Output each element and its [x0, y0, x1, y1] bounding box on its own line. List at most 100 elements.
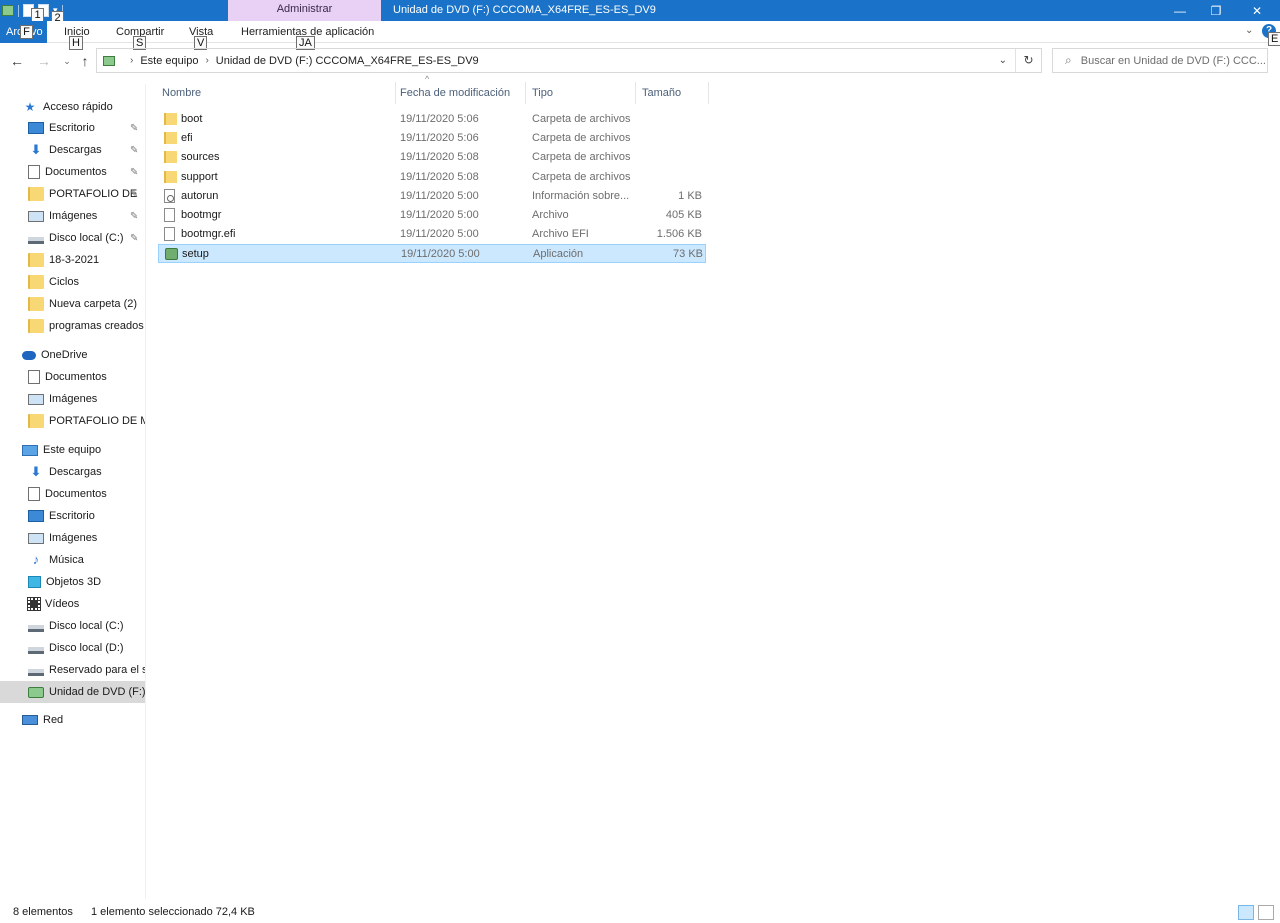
- sidebar-item-label: Documentos: [45, 371, 107, 383]
- sidebar-item[interactable]: Escritorio ✎: [0, 117, 145, 139]
- folder-icon: [28, 275, 44, 289]
- context-tab-manage[interactable]: Administrar: [228, 0, 381, 21]
- dvd-app-icon[interactable]: [2, 5, 14, 16]
- toolbar-divider: [18, 4, 19, 17]
- ribbon-expand-chevron-icon[interactable]: ⌄: [1245, 25, 1253, 36]
- sidebar-item-label: Escritorio: [49, 510, 95, 522]
- folder-icon: [164, 170, 177, 183]
- sidebar-item[interactable]: Reservado para el si: [0, 659, 145, 681]
- sidebar-item[interactable]: Escritorio: [0, 505, 145, 527]
- sidebar-item[interactable]: Documentos ✎: [0, 161, 145, 183]
- file-date: 19/11/2020 5:08: [400, 151, 479, 164]
- sidebar-item[interactable]: Objetos 3D: [0, 571, 145, 593]
- file-row[interactable]: boot 19/11/2020 5:06 Carpeta de archivos: [158, 110, 706, 129]
- dvd-drive-icon: [28, 686, 44, 698]
- desktop-icon: [28, 510, 44, 522]
- sidebar-item[interactable]: Nueva carpeta (2): [0, 293, 145, 315]
- download-icon: ⬇: [30, 464, 42, 479]
- back-arrow-icon[interactable]: ←: [8, 52, 26, 70]
- file-name: efi: [181, 132, 193, 145]
- breadcrumb-this-pc[interactable]: Este equipo: [140, 55, 198, 67]
- sidebar-item[interactable]: Disco local (C:): [0, 615, 145, 637]
- restore-button[interactable]: ❐: [1196, 0, 1236, 21]
- file-name: autorun: [181, 189, 219, 202]
- large-icons-view-icon[interactable]: [1258, 905, 1274, 920]
- sidebar-item[interactable]: ⬇ Descargas ✎: [0, 139, 145, 161]
- folder-icon: [28, 319, 44, 333]
- file-type: Carpeta de archivos: [532, 170, 631, 183]
- file-row[interactable]: efi 19/11/2020 5:06 Carpeta de archivos: [158, 129, 706, 148]
- sidebar-item[interactable]: Documentos: [0, 366, 145, 388]
- column-header-name[interactable]: Nombre: [155, 82, 396, 104]
- nav-this-pc[interactable]: Este equipo: [0, 439, 145, 461]
- sidebar-item[interactable]: 18-3-2021: [0, 249, 145, 271]
- setup-app-icon: [165, 248, 178, 261]
- breadcrumb-dvd-drive[interactable]: Unidad de DVD (F:) CCCOMA_X64FRE_ES-ES_D…: [216, 55, 479, 67]
- column-header-type[interactable]: Tipo: [525, 82, 636, 104]
- pin-icon: ✎: [130, 210, 139, 222]
- minimize-button[interactable]: —: [1160, 0, 1200, 21]
- folder-icon: [164, 113, 177, 125]
- nav-label: Acceso rápido: [43, 101, 113, 113]
- file-row[interactable]: setup 19/11/2020 5:00 Aplicación 73 KB: [158, 244, 706, 264]
- sidebar-item[interactable]: Ciclos: [0, 271, 145, 293]
- pictures-icon: [28, 532, 44, 544]
- sidebar-item-label: programas creados: [49, 320, 144, 332]
- pin-icon: ✎: [130, 188, 139, 200]
- address-bar[interactable]: › Este equipo › Unidad de DVD (F:) CCCOM…: [96, 48, 1042, 73]
- file-size: [638, 168, 702, 187]
- file-date: 19/11/2020 5:06: [400, 113, 479, 125]
- sidebar-item[interactable]: Unidad de DVD (F:): [0, 681, 145, 703]
- sidebar-item[interactable]: PORTAFOLIO DE MA: [0, 410, 145, 432]
- sidebar-item[interactable]: Imágenes: [0, 388, 145, 410]
- file-type: Carpeta de archivos: [532, 132, 631, 145]
- pin-icon: ✎: [130, 232, 139, 244]
- file-icon: [164, 227, 175, 242]
- document-icon: [28, 487, 40, 501]
- file-row[interactable]: bootmgr.efi 19/11/2020 5:00 Archivo EFI 1.5…: [158, 225, 706, 244]
- recent-locations-chevron-icon[interactable]: ⌄: [58, 52, 76, 70]
- sidebar-item[interactable]: Vídeos: [0, 593, 145, 615]
- forward-arrow-icon[interactable]: →: [35, 52, 53, 70]
- close-button[interactable]: ✕: [1237, 0, 1277, 21]
- sidebar-item-label: Objetos 3D: [46, 576, 102, 588]
- sidebar-item[interactable]: Disco local (D:): [0, 637, 145, 659]
- up-arrow-icon[interactable]: ↑: [76, 52, 94, 70]
- file-size: [638, 129, 702, 148]
- sidebar-item[interactable]: ⬇ Descargas: [0, 461, 145, 483]
- network-icon: [22, 715, 38, 725]
- sidebar-item-label: 18-3-2021: [49, 254, 100, 266]
- sidebar-item-label: Imágenes: [49, 532, 98, 544]
- sidebar-item[interactable]: Imágenes: [0, 527, 145, 549]
- file-date: 19/11/2020 5:06: [400, 132, 479, 145]
- file-type: Carpeta de archivos: [532, 113, 631, 125]
- column-header-date[interactable]: Fecha de modificación: [393, 82, 526, 104]
- file-row[interactable]: support 19/11/2020 5:08 Carpeta de archivo…: [158, 168, 706, 187]
- folder-icon: [164, 151, 177, 164]
- file-row[interactable]: autorun 19/11/2020 5:00 Información sobre.…: [158, 187, 706, 206]
- nav-onedrive[interactable]: OneDrive: [0, 344, 145, 366]
- sidebar-item-label: Documentos: [45, 488, 107, 500]
- document-icon: [28, 165, 40, 179]
- details-view-icon[interactable]: [1238, 905, 1254, 920]
- file-size: [638, 148, 702, 167]
- nav-quick-access[interactable]: ★ Acceso rápido: [0, 96, 145, 118]
- settings-file-icon: [164, 188, 175, 203]
- pin-icon: ✎: [130, 122, 139, 134]
- column-header-size[interactable]: Tamaño: [635, 82, 709, 104]
- nav-network[interactable]: Red: [0, 709, 145, 731]
- sidebar-item[interactable]: programas creados: [0, 315, 145, 337]
- sidebar-item[interactable]: Disco local (C:) ✎: [0, 227, 145, 249]
- file-date: 19/11/2020 5:00: [400, 209, 479, 221]
- sidebar-item[interactable]: ♪ Música: [0, 549, 145, 571]
- search-input[interactable]: ⌕ Buscar en Unidad de DVD (F:) CCC...: [1052, 48, 1268, 73]
- refresh-icon[interactable]: ↻: [1015, 49, 1041, 72]
- sidebar-item[interactable]: Documentos: [0, 483, 145, 505]
- address-history-chevron-icon[interactable]: ⌄: [999, 49, 1007, 72]
- file-row[interactable]: sources 19/11/2020 5:08 Carpeta de archivo…: [158, 148, 706, 167]
- file-row[interactable]: bootmgr 19/11/2020 5:00 Archivo 405 KB: [158, 206, 706, 225]
- computer-icon: [22, 444, 38, 456]
- 3d-objects-icon: [28, 576, 41, 588]
- sidebar-item[interactable]: PORTAFOLIO DE ✎: [0, 183, 145, 205]
- sidebar-item[interactable]: Imágenes ✎: [0, 205, 145, 227]
